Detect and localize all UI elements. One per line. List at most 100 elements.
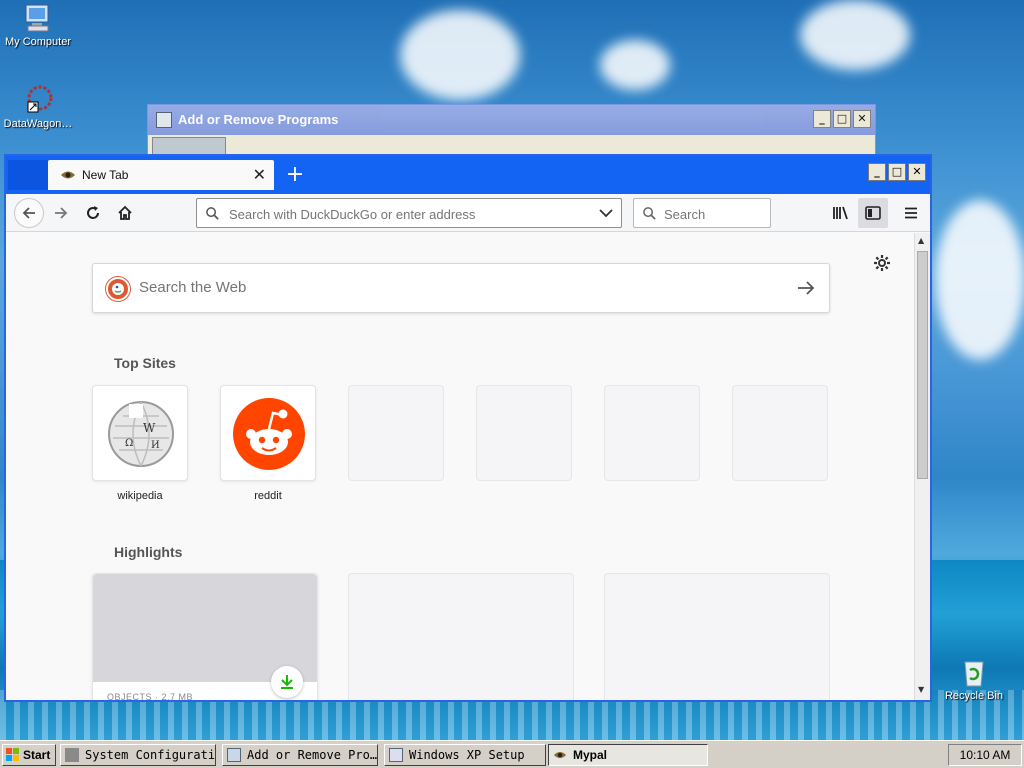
svg-text:W: W xyxy=(143,421,156,435)
sidebar-toggle-button[interactable] xyxy=(858,198,888,228)
reload-button[interactable] xyxy=(78,198,108,228)
top-site-placeholder xyxy=(348,385,444,481)
desktop-icon-my-computer[interactable]: My Computer xyxy=(0,2,78,48)
home-icon xyxy=(118,205,132,220)
settings-gear-icon[interactable] xyxy=(872,253,892,273)
web-search-input[interactable] xyxy=(139,279,739,296)
scroll-up-arrow-icon[interactable]: ▲ xyxy=(918,236,924,245)
download-icon xyxy=(281,675,293,689)
start-label: Start xyxy=(23,748,51,762)
new-tab-button[interactable]: + xyxy=(280,160,310,190)
desktop-icon-label: DataWagon… xyxy=(3,118,73,130)
taskbar-item-label: Windows XP Setup xyxy=(409,748,525,762)
tab-new-tab[interactable]: New Tab ✕ xyxy=(48,160,274,190)
recycle-bin-icon xyxy=(958,656,990,688)
desktop-cloud xyxy=(800,0,910,70)
datawagon-icon xyxy=(22,84,54,116)
top-site-label: wikipedia xyxy=(117,490,163,502)
download-badge xyxy=(271,666,303,698)
computer-icon xyxy=(22,2,54,34)
window-titlebar[interactable]: Add or Remove Programs _ □ ✕ xyxy=(148,105,875,135)
search-icon xyxy=(643,207,656,220)
hamburger-menu-icon xyxy=(905,207,917,219)
address-bar[interactable] xyxy=(196,198,622,228)
tab-title: New Tab xyxy=(82,168,129,182)
navigation-toolbar xyxy=(6,194,930,232)
top-site-tile[interactable]: W Ω И xyxy=(92,385,188,481)
new-tab-page: Top Sites W Ω И wikipedia xyxy=(6,233,914,700)
duckduckgo-logo-icon xyxy=(106,277,130,301)
desktop-cloud xyxy=(935,200,1024,360)
wikipedia-globe-icon: W Ω И xyxy=(108,401,174,467)
reddit-logo-icon xyxy=(233,398,305,470)
system-clock[interactable]: 10:10 AM xyxy=(948,744,1022,766)
home-button[interactable] xyxy=(110,198,140,228)
setup-icon xyxy=(389,748,403,762)
forward-arrow-icon xyxy=(55,207,68,219)
window-app-icon xyxy=(156,112,172,128)
menu-button[interactable] xyxy=(896,198,926,228)
taskbar-item-label: Add or Remove Pro… xyxy=(247,748,378,762)
close-button[interactable]: ✕ xyxy=(908,163,926,181)
highlight-meta: OBJECTS · 2.7 MB xyxy=(107,692,194,700)
tab-close-icon[interactable]: ✕ xyxy=(253,165,266,184)
system-config-icon xyxy=(65,748,79,762)
taskbar-item-windows-xp-setup[interactable]: Windows XP Setup xyxy=(384,744,546,766)
desktop-cloud xyxy=(600,40,670,90)
browser-window[interactable]: New Tab ✕ + _ □ ✕ Search with DuckDuckGo… xyxy=(4,154,932,702)
web-search-box[interactable] xyxy=(92,263,830,313)
taskbar: Start System Configuration Add or Remove… xyxy=(0,740,1024,768)
highlight-placeholder xyxy=(604,573,830,700)
desktop-cloud xyxy=(400,10,520,100)
top-site-placeholder xyxy=(732,385,828,481)
mypal-icon xyxy=(553,748,567,762)
maximize-button[interactable]: □ xyxy=(833,110,851,128)
maximize-button[interactable]: □ xyxy=(888,163,906,181)
window-title: Add or Remove Programs xyxy=(178,112,339,127)
scrollbar-thumb[interactable] xyxy=(917,251,928,479)
search-icon xyxy=(206,207,219,220)
search-bar[interactable] xyxy=(633,198,771,228)
add-remove-programs-icon xyxy=(227,748,241,762)
taskbar-item-label: System Configuration xyxy=(85,748,216,762)
tab-strip: New Tab ✕ + _ □ ✕ xyxy=(6,156,930,194)
top-sites-title: Top Sites xyxy=(114,355,176,371)
sidebar-icon xyxy=(865,206,881,220)
highlight-card[interactable]: OBJECTS · 2.7 MB xyxy=(92,573,318,700)
taskbar-item-label: Mypal xyxy=(573,748,608,762)
desktop-icon-label: Recycle Bin xyxy=(944,690,1004,702)
svg-text:Ω: Ω xyxy=(125,438,133,449)
library-button[interactable] xyxy=(826,198,856,228)
back-arrow-icon xyxy=(22,207,35,219)
tab-strip-spacer xyxy=(8,160,48,190)
taskbar-item-mypal[interactable]: Mypal xyxy=(548,744,708,766)
forward-button[interactable] xyxy=(46,198,76,228)
reload-icon xyxy=(87,206,99,219)
top-site-tile[interactable] xyxy=(220,385,316,481)
library-icon xyxy=(833,206,848,220)
search-input[interactable] xyxy=(664,205,764,223)
top-site-label: reddit xyxy=(254,490,282,502)
back-button[interactable] xyxy=(14,198,44,228)
svg-text:И: И xyxy=(151,440,160,451)
minimize-button[interactable]: _ xyxy=(813,110,831,128)
taskbar-item-add-remove-programs[interactable]: Add or Remove Pro… xyxy=(222,744,378,766)
highlight-placeholder xyxy=(348,573,574,700)
address-input[interactable] xyxy=(229,205,589,223)
page-scrollbar[interactable]: ▲ ▼ xyxy=(914,233,930,700)
chevron-down-icon[interactable] xyxy=(599,208,613,218)
desktop-icon-datawagon[interactable]: DataWagon… xyxy=(0,84,78,130)
scroll-down-arrow-icon[interactable]: ▼ xyxy=(918,685,924,694)
arrow-right-icon[interactable] xyxy=(797,280,815,296)
desktop-icon-recycle-bin[interactable]: Recycle Bin xyxy=(934,656,1014,702)
taskbar-item-system-configuration[interactable]: System Configuration xyxy=(60,744,216,766)
minimize-button[interactable]: _ xyxy=(868,163,886,181)
top-site-placeholder xyxy=(476,385,572,481)
highlights-title: Highlights xyxy=(114,544,183,560)
start-button[interactable]: Start xyxy=(2,744,56,766)
close-button[interactable]: ✕ xyxy=(853,110,871,128)
windows-logo-icon xyxy=(6,748,19,761)
mypal-favicon-icon xyxy=(60,168,76,182)
top-site-placeholder xyxy=(604,385,700,481)
desktop-icon-label: My Computer xyxy=(4,36,72,48)
